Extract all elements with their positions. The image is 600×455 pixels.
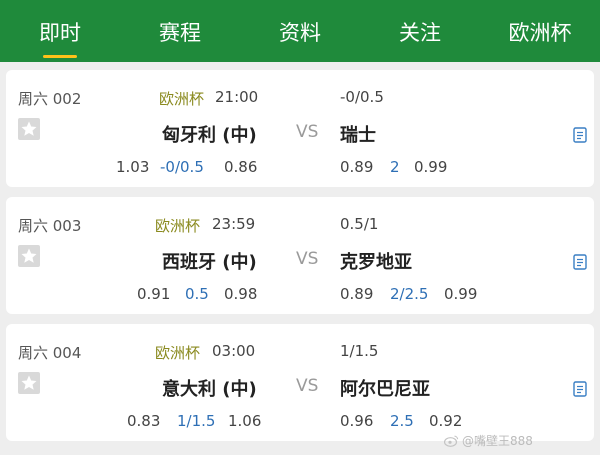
asian-handicap: 0.5 bbox=[185, 285, 209, 303]
under-odds: 0.99 bbox=[444, 285, 478, 303]
under-odds: 0.99 bbox=[414, 158, 448, 176]
match-week-number: 周六 002 bbox=[18, 90, 82, 108]
home-odds: 1.03 bbox=[116, 158, 150, 176]
kickoff-time: 23:59 bbox=[212, 215, 256, 233]
over-odds: 0.89 bbox=[340, 285, 374, 303]
match-card[interactable]: 周六 002 欧洲杯 21:00 -0/0.5 匈牙利 (中) VS 瑞士 1.… bbox=[6, 70, 594, 187]
asian-handicap: -0/0.5 bbox=[160, 158, 204, 176]
home-team: 意大利 (中) bbox=[162, 379, 257, 400]
under-odds: 0.92 bbox=[429, 412, 463, 430]
match-card[interactable]: 周六 004 欧洲杯 03:00 1/1.5 意大利 (中) VS 阿尔巴尼亚 … bbox=[6, 324, 594, 441]
watermark-text: @嘴壁王888 bbox=[462, 434, 533, 448]
away-odds: 1.06 bbox=[228, 412, 262, 430]
star-icon[interactable] bbox=[18, 245, 40, 267]
handicap-line: -0/0.5 bbox=[340, 88, 384, 106]
goal-line: 2 bbox=[390, 158, 400, 176]
match-week-number: 周六 004 bbox=[18, 344, 82, 362]
tab-euro-cup[interactable]: 欧洲杯 bbox=[494, 0, 586, 62]
league-name: 欧洲杯 bbox=[155, 217, 201, 235]
home-odds: 0.91 bbox=[137, 285, 171, 303]
vs-label: VS bbox=[296, 249, 319, 269]
top-nav-bar: 即时 赛程 资料 关注 欧洲杯 bbox=[0, 0, 600, 62]
home-team: 西班牙 (中) bbox=[162, 252, 257, 273]
tab-data[interactable]: 资料 bbox=[254, 0, 346, 62]
vs-label: VS bbox=[296, 376, 319, 396]
asian-handicap: 1/1.5 bbox=[177, 412, 216, 430]
over-odds: 0.89 bbox=[340, 158, 374, 176]
away-team: 克罗地亚 bbox=[340, 252, 412, 273]
home-team: 匈牙利 (中) bbox=[162, 125, 257, 146]
away-team: 瑞士 bbox=[340, 125, 376, 146]
document-icon[interactable] bbox=[573, 381, 587, 397]
away-odds: 0.86 bbox=[224, 158, 258, 176]
goal-line: 2/2.5 bbox=[390, 285, 429, 303]
over-odds: 0.96 bbox=[340, 412, 374, 430]
home-odds: 0.83 bbox=[127, 412, 161, 430]
document-icon[interactable] bbox=[573, 254, 587, 270]
kickoff-time: 03:00 bbox=[212, 342, 256, 360]
away-odds: 0.98 bbox=[224, 285, 258, 303]
league-name: 欧洲杯 bbox=[159, 90, 205, 108]
tab-schedule[interactable]: 赛程 bbox=[134, 0, 226, 62]
league-name: 欧洲杯 bbox=[155, 344, 201, 362]
kickoff-time: 21:00 bbox=[215, 88, 259, 106]
document-icon[interactable] bbox=[573, 127, 587, 143]
weibo-icon bbox=[443, 432, 459, 447]
star-icon[interactable] bbox=[18, 372, 40, 394]
active-tab-indicator bbox=[43, 55, 77, 58]
handicap-line: 1/1.5 bbox=[340, 342, 379, 360]
tab-follow[interactable]: 关注 bbox=[374, 0, 466, 62]
tab-live[interactable]: 即时 bbox=[14, 0, 106, 62]
match-card[interactable]: 周六 003 欧洲杯 23:59 0.5/1 西班牙 (中) VS 克罗地亚 0… bbox=[6, 197, 594, 314]
goal-line: 2.5 bbox=[390, 412, 414, 430]
match-week-number: 周六 003 bbox=[18, 217, 82, 235]
star-icon[interactable] bbox=[18, 118, 40, 140]
vs-label: VS bbox=[296, 122, 319, 142]
away-team: 阿尔巴尼亚 bbox=[340, 379, 430, 400]
handicap-line: 0.5/1 bbox=[340, 215, 379, 233]
